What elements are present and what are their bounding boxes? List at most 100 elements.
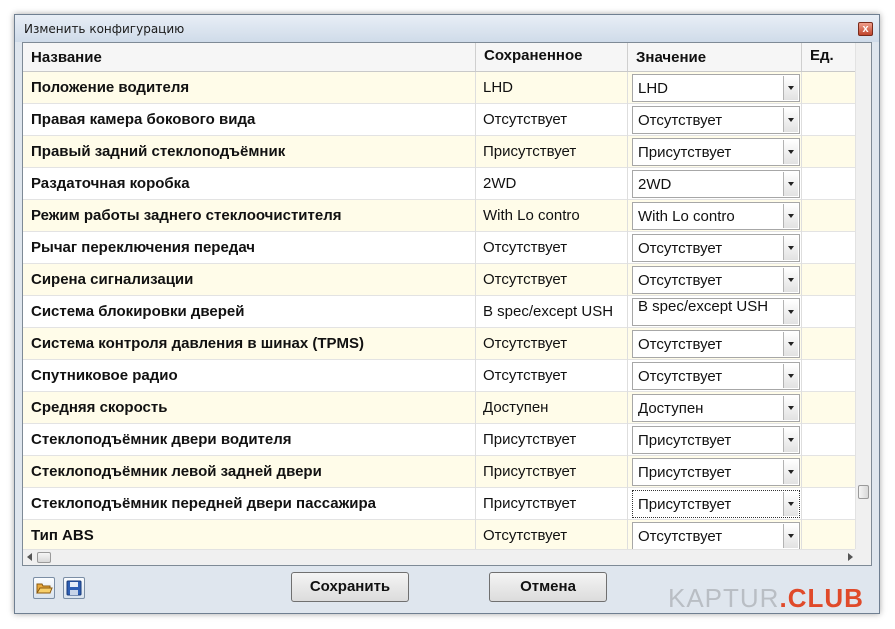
value-dropdown[interactable]: Присутствует: [632, 458, 800, 486]
column-header-saved[interactable]: Сохраненное: [476, 43, 628, 71]
dropdown-button[interactable]: [783, 76, 798, 100]
value-dropdown[interactable]: Отсутствует: [632, 362, 800, 390]
value-dropdown[interactable]: Отсутствует: [632, 330, 800, 358]
row-value-cell: Отсутствует: [628, 104, 802, 136]
dropdown-button[interactable]: [783, 172, 798, 196]
value-dropdown[interactable]: Отсутствует: [632, 234, 800, 262]
row-unit: [802, 200, 857, 232]
value-dropdown[interactable]: Присутствует: [632, 138, 800, 166]
row-saved-value: B spec/except USH: [476, 296, 628, 328]
cancel-button[interactable]: Отмена: [489, 572, 607, 602]
row-value-cell: Присутствует: [628, 488, 802, 520]
dropdown-button[interactable]: [783, 204, 798, 228]
value-dropdown[interactable]: Отсутствует: [632, 106, 800, 134]
table-row[interactable]: Раздаточная коробка 2WD 2WD: [23, 168, 857, 200]
row-value-cell: Присутствует: [628, 136, 802, 168]
config-dialog: Изменить конфигурацию x Название Сохране…: [14, 14, 880, 614]
table-row[interactable]: Стеклоподъёмник двери водителя Присутству…: [23, 424, 857, 456]
chevron-down-icon: [788, 118, 794, 122]
value-dropdown[interactable]: Отсутствует: [632, 266, 800, 294]
save-button[interactable]: Сохранить: [291, 572, 409, 602]
value-dropdown[interactable]: LHD: [632, 74, 800, 102]
row-value-cell: Отсутствует: [628, 232, 802, 264]
table-row[interactable]: Правая камера бокового вида Отсутствует От…: [23, 104, 857, 136]
row-saved-value: Присутствует: [476, 456, 628, 488]
row-saved-value: Присутствует: [476, 136, 628, 168]
dropdown-button[interactable]: [783, 492, 798, 516]
dropdown-button[interactable]: [783, 268, 798, 292]
value-dropdown[interactable]: 2WD: [632, 170, 800, 198]
dropdown-button[interactable]: [783, 140, 798, 164]
value-dropdown[interactable]: B spec/except USH: [632, 298, 800, 326]
row-saved-value: 2WD: [476, 168, 628, 200]
row-name: Раздаточная коробка: [23, 168, 476, 200]
row-name: Система контроля давления в шинах (TPMS): [23, 328, 476, 360]
value-dropdown[interactable]: Отсутствует: [632, 522, 800, 550]
row-saved-value: Отсутствует: [476, 104, 628, 136]
table-row[interactable]: Система контроля давления в шинах (TPMS)…: [23, 328, 857, 360]
table-row[interactable]: Тип ABS Отсутствует Отсутствует: [23, 520, 857, 552]
table-row[interactable]: Рычаг переключения передач Отсутствует Отс…: [23, 232, 857, 264]
save-config-button[interactable]: [63, 577, 85, 599]
value-dropdown-text: Отсутствует: [638, 240, 723, 257]
dropdown-button[interactable]: [783, 108, 798, 132]
value-dropdown[interactable]: Присутствует: [632, 490, 800, 518]
column-header-name[interactable]: Название: [23, 43, 476, 71]
value-dropdown[interactable]: With Lo contro: [632, 202, 800, 230]
scroll-right-icon[interactable]: [848, 553, 853, 561]
value-dropdown[interactable]: Доступен: [632, 394, 800, 422]
open-button[interactable]: [33, 577, 55, 599]
dropdown-button[interactable]: [783, 428, 798, 452]
scroll-left-icon[interactable]: [27, 553, 32, 561]
title-bar[interactable]: Изменить конфигурацию x: [15, 15, 879, 42]
value-dropdown-text: Присутствует: [638, 144, 732, 161]
dropdown-button[interactable]: [783, 332, 798, 356]
row-value-cell: B spec/except USH: [628, 296, 802, 328]
horizontal-scroll-thumb[interactable]: [37, 552, 51, 563]
dropdown-button[interactable]: [783, 396, 798, 420]
table-row[interactable]: Положение водителя LHD LHD: [23, 72, 857, 104]
row-value-cell: Отсутствует: [628, 360, 802, 392]
grid-header: Название Сохраненное Значение Ед.: [23, 43, 857, 72]
row-saved-value: Отсутствует: [476, 360, 628, 392]
row-name: Положение водителя: [23, 72, 476, 104]
value-dropdown-text: Доступен: [638, 400, 704, 417]
row-unit: [802, 136, 857, 168]
table-row[interactable]: Система блокировки дверей B spec/except U…: [23, 296, 857, 328]
dropdown-button[interactable]: [783, 236, 798, 260]
value-dropdown-text: Отсутствует: [638, 528, 723, 545]
value-dropdown-text: With Lo contro: [638, 208, 735, 225]
table-row[interactable]: Сирена сигнализации Отсутствует Отсутствуе…: [23, 264, 857, 296]
chevron-down-icon: [788, 150, 794, 154]
dropdown-button[interactable]: [783, 460, 798, 484]
floppy-disk-icon: [66, 580, 82, 596]
close-button[interactable]: x: [858, 22, 873, 36]
folder-open-icon: [36, 583, 53, 594]
vertical-scrollbar[interactable]: [855, 43, 871, 551]
value-dropdown-text: Присутствует: [638, 464, 732, 481]
table-row[interactable]: Средняя скорость Доступен Доступен: [23, 392, 857, 424]
value-dropdown[interactable]: Присутствует: [632, 426, 800, 454]
dropdown-button[interactable]: [783, 300, 798, 324]
vertical-scroll-thumb[interactable]: [858, 485, 869, 499]
table-row[interactable]: Стеклоподъёмник левой задней двери Присут…: [23, 456, 857, 488]
table-row[interactable]: Стеклоподъёмник передней двери пассажира…: [23, 488, 857, 520]
row-saved-value: Отсутствует: [476, 264, 628, 296]
column-header-value[interactable]: Значение: [628, 43, 802, 71]
row-name: Правая камера бокового вида: [23, 104, 476, 136]
value-dropdown-text: Отсутствует: [638, 112, 723, 129]
chevron-down-icon: [788, 86, 794, 90]
dropdown-button[interactable]: [783, 524, 798, 548]
table-row[interactable]: Спутниковое радио Отсутствует Отсутствует: [23, 360, 857, 392]
row-unit: [802, 392, 857, 424]
row-saved-value: Отсутствует: [476, 520, 628, 552]
horizontal-scrollbar[interactable]: [23, 549, 857, 565]
chevron-down-icon: [788, 246, 794, 250]
row-name: Тип ABS: [23, 520, 476, 552]
dropdown-button[interactable]: [783, 364, 798, 388]
column-header-unit[interactable]: Ед.: [802, 43, 857, 71]
row-unit: [802, 232, 857, 264]
table-row[interactable]: Режим работы заднего стеклоочистителя Wit…: [23, 200, 857, 232]
watermark-logo: KAPTUR.CLUB: [668, 583, 864, 614]
table-row[interactable]: Правый задний стеклоподъёмник Присутствуе…: [23, 136, 857, 168]
